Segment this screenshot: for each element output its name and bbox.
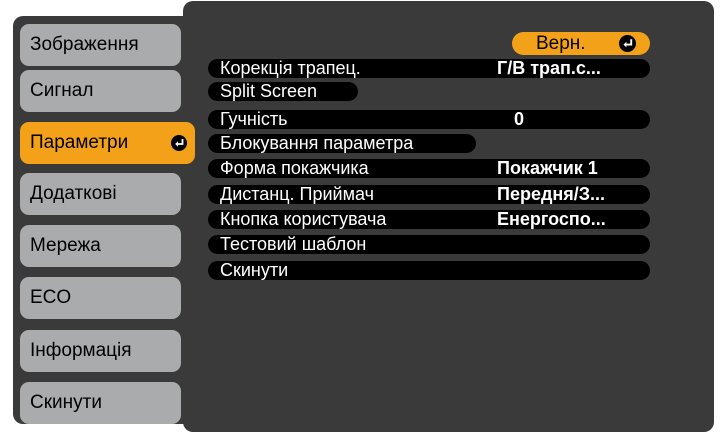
tab-extended[interactable]: Додаткові: [20, 173, 181, 215]
tab-eco[interactable]: ECO: [20, 277, 181, 319]
row-label: Кнопка користувача: [220, 209, 387, 229]
tab-label: Зображення: [30, 34, 139, 55]
enter-icon: [171, 135, 187, 151]
row-value: Передня/З...: [497, 184, 606, 204]
row-value: Покажчик 1: [497, 158, 598, 178]
tab-settings[interactable]: Параметри: [20, 122, 195, 164]
row-value: Г/В трап.с...: [497, 58, 601, 78]
row-label: Гучність: [220, 109, 288, 129]
row-label: Форма покажчика: [220, 158, 369, 178]
row-label: Тестовий шаблон: [220, 234, 367, 254]
return-label: Верн.: [536, 33, 586, 54]
tab-image[interactable]: Зображення: [20, 24, 181, 66]
return-button[interactable]: Верн.: [512, 32, 650, 55]
tab-label: Параметри: [30, 132, 129, 153]
tab-label: Мережа: [30, 235, 101, 256]
row-label: Дистанц. Приймач: [220, 184, 374, 204]
tab-label: Додаткові: [30, 183, 117, 204]
enter-icon: [619, 35, 636, 52]
row-label: Корекція трапец.: [220, 58, 361, 78]
tab-reset[interactable]: Скинути: [20, 382, 181, 424]
row-label: Split Screen: [220, 81, 318, 101]
tab-label: Скинути: [30, 392, 102, 413]
row-label: Блокування параметра: [220, 133, 414, 153]
row-value: 0: [514, 109, 525, 129]
tab-label: Сигнал: [30, 80, 94, 101]
tab-label: ECO: [30, 287, 72, 308]
tab-label: Інформація: [30, 340, 132, 361]
tab-info[interactable]: Інформація: [20, 330, 181, 372]
row-label: Скинути: [220, 260, 289, 280]
tab-signal[interactable]: Сигнал: [20, 70, 181, 112]
row-value: Енергоспо...: [497, 209, 606, 229]
tab-network[interactable]: Мережа: [20, 225, 181, 267]
